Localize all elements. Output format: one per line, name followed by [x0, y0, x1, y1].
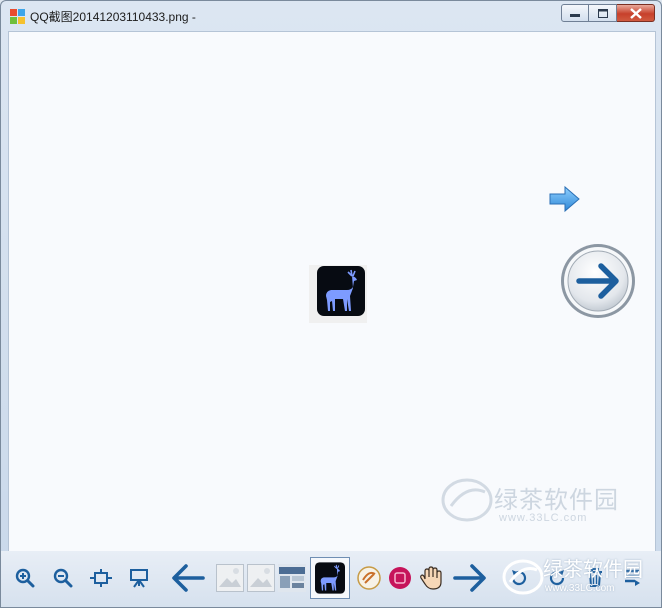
- fit-window-icon: [90, 569, 112, 587]
- next-image-small-arrow[interactable]: [549, 185, 581, 213]
- image-canvas[interactable]: 绿茶软件园 www.33LC.com: [8, 31, 656, 552]
- watermark: 绿茶软件园 www.33LC.com: [439, 472, 639, 552]
- next-image-toolbar-button[interactable]: [453, 563, 487, 593]
- displayed-image: [309, 265, 367, 323]
- deer-tile: [317, 266, 365, 316]
- app-icon: [10, 9, 25, 24]
- window-controls: [561, 4, 655, 22]
- slideshow-icon: [130, 569, 148, 588]
- zoom-in-button[interactable]: [15, 568, 35, 588]
- minimize-button[interactable]: [561, 4, 589, 22]
- thumbnail-app-2[interactable]: [386, 564, 414, 592]
- close-icon: [629, 7, 642, 19]
- slideshow-button[interactable]: [129, 568, 149, 588]
- arrow-left-icon: [172, 564, 205, 592]
- next-image-button[interactable]: [559, 242, 637, 320]
- zoom-in-icon: [15, 568, 35, 588]
- window-title: QQ截图20141203110433.png -: [30, 10, 196, 24]
- previous-image-button[interactable]: [171, 563, 205, 593]
- image-viewer-window: QQ截图20141203110433.png - 绿茶软件园 www.33LC.…: [0, 0, 662, 608]
- bottom-toolbar: 绿茶软件园 www.33LC.com: [1, 551, 661, 607]
- maximize-icon: [597, 8, 608, 18]
- thumbnail-placeholder-1[interactable]: [216, 564, 244, 592]
- thumbnail-placeholder-2[interactable]: [247, 564, 275, 592]
- title-bar[interactable]: QQ截图20141203110433.png -: [1, 1, 661, 31]
- minimize-icon: [570, 14, 580, 17]
- zoom-out-icon: [53, 568, 73, 588]
- maximize-button[interactable]: [589, 4, 617, 22]
- watermark-logo-icon: [441, 478, 493, 522]
- thumbnail-selected[interactable]: [310, 557, 350, 599]
- zoom-out-button[interactable]: [53, 568, 73, 588]
- arrow-right-icon: [453, 564, 486, 592]
- toolbar-watermark: 绿茶软件园 www.33LC.com: [501, 551, 661, 607]
- toolbar-watermark-text: 绿茶软件园: [543, 557, 643, 581]
- toolbar-watermark-logo-icon: [502, 559, 544, 595]
- thumbnail-hand[interactable]: [417, 564, 445, 592]
- toolbar-watermark-url: www.33LC.com: [545, 583, 615, 594]
- thumbnail-photo[interactable]: [278, 564, 306, 592]
- deer-icon: [326, 269, 357, 311]
- deer-thumb-icon: [315, 562, 345, 594]
- watermark-text: 绿茶软件园: [494, 486, 619, 514]
- watermark-url: www.33LC.com: [499, 512, 588, 524]
- thumbnail-app-1[interactable]: [355, 564, 383, 592]
- fit-window-button[interactable]: [90, 569, 112, 587]
- close-button[interactable]: [617, 4, 655, 22]
